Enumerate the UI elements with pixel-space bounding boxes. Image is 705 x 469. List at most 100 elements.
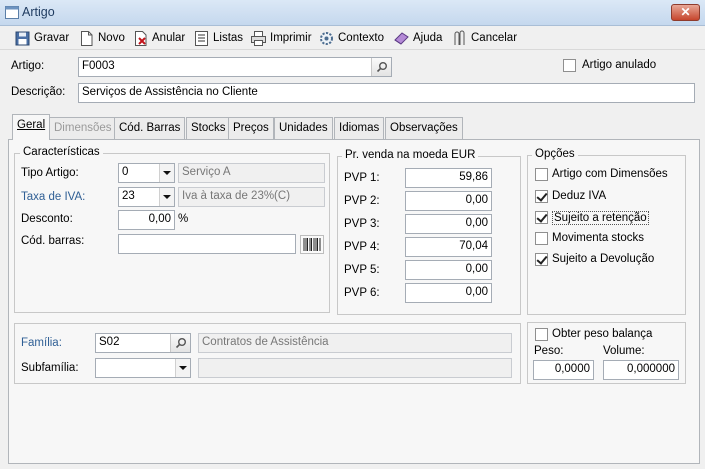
familia-value: S02: [99, 336, 120, 348]
artigo-anulado-checkbox[interactable]: [563, 59, 576, 72]
cancel-label: Cancelar: [471, 32, 518, 44]
pvp-4-input[interactable]: 70,04: [405, 237, 492, 257]
search-icon: [376, 62, 387, 73]
caracteristicas-title: Características: [20, 146, 103, 158]
lists-button[interactable]: Listas: [191, 26, 245, 50]
familia-input[interactable]: S02: [95, 333, 191, 353]
descricao-input[interactable]: Serviços de Assistência no Cliente: [78, 83, 695, 103]
tab-label: Idiomas: [339, 122, 380, 134]
taxa-iva-label: Taxa de IVA:: [21, 191, 86, 203]
tab-observacoes[interactable]: Observações: [385, 117, 463, 139]
new-label: Novo: [98, 32, 125, 44]
title-bar: Artigo ✕: [0, 0, 705, 26]
tipo-artigo-label: Tipo Artigo:: [21, 167, 79, 179]
pvp-3-label: PVP 3:: [344, 218, 380, 230]
save-label: Gravar: [34, 32, 70, 44]
cancel-button[interactable]: Cancelar: [449, 26, 519, 50]
tab-label: Geral: [17, 119, 46, 131]
taxa-iva-value: 23: [122, 190, 135, 202]
help-book-icon: [394, 31, 409, 45]
new-document-icon: [81, 30, 93, 46]
artigo-value: F0003: [82, 60, 115, 72]
familia-description: Contratos de Assistência: [198, 333, 512, 353]
artigo-label: Artigo:: [11, 60, 45, 72]
help-label: Ajuda: [413, 32, 443, 44]
void-label: Anular: [152, 32, 186, 44]
sujeito-retencao-label: Sujeito a retenção: [552, 211, 649, 225]
tab-cod-barras[interactable]: Cód. Barras: [114, 117, 186, 139]
deduz-iva-checkbox[interactable]: [535, 190, 548, 203]
pvp-6-input[interactable]: 0,00: [405, 283, 492, 303]
cod-barras-input[interactable]: [118, 234, 296, 254]
toolbar: Gravar Novo Anular Listas Imprimir Conte…: [0, 26, 705, 50]
pvp-4-label: PVP 4:: [344, 241, 380, 253]
print-label: Imprimir: [270, 32, 312, 44]
tab-stocks[interactable]: Stocks: [186, 117, 231, 139]
print-button[interactable]: Imprimir: [248, 26, 314, 50]
pvp-2-input[interactable]: 0,00: [405, 191, 492, 211]
subfamilia-description: [198, 358, 512, 378]
familia-search-button[interactable]: [170, 334, 190, 352]
window-title: Artigo: [22, 5, 55, 19]
peso-label: Peso:: [534, 345, 564, 357]
pvp-1-label: PVP 1:: [344, 172, 380, 184]
sujeito-retencao-checkbox[interactable]: [535, 211, 548, 224]
chevron-down-icon[interactable]: [159, 164, 174, 182]
tab-label: Preços: [233, 122, 269, 134]
tab-label: Dimensões: [54, 122, 112, 134]
tab-precos[interactable]: Preços: [228, 117, 274, 139]
taxa-iva-description: Iva à taxa de 23%(C): [178, 187, 325, 207]
tipo-artigo-description: Serviço A: [178, 163, 325, 183]
help-button[interactable]: Ajuda: [391, 26, 444, 50]
sujeito-devolucao-checkbox[interactable]: [535, 253, 548, 266]
pvp-5-input[interactable]: 0,00: [405, 260, 492, 280]
pvp-5-label: PVP 5:: [344, 264, 380, 276]
gear-icon: [320, 31, 333, 45]
barcode-icon[interactable]: [300, 235, 324, 254]
subfamilia-select[interactable]: [95, 358, 191, 378]
cod-barras-label: Cód. barras:: [21, 235, 85, 247]
chevron-down-icon[interactable]: [175, 359, 190, 377]
printer-icon: [251, 30, 266, 46]
chevron-down-icon[interactable]: [159, 188, 174, 206]
desconto-input[interactable]: 0,00: [118, 210, 175, 230]
cancel-icon: [454, 30, 465, 45]
desconto-label: Desconto:: [21, 213, 73, 225]
pvp-1-input[interactable]: 59,86: [405, 168, 492, 188]
subfamilia-label: Subfamília:: [21, 362, 79, 374]
context-button[interactable]: Contexto: [316, 26, 386, 50]
tab-label: Stocks: [191, 122, 226, 134]
movimenta-stocks-label: Movimenta stocks: [552, 232, 645, 244]
void-button[interactable]: Anular: [130, 26, 187, 50]
sujeito-devolucao-label: Sujeito a Devolução: [552, 253, 655, 265]
taxa-iva-select[interactable]: 23: [118, 187, 175, 207]
close-button[interactable]: ✕: [671, 4, 700, 21]
tab-geral[interactable]: Geral: [12, 114, 51, 140]
artigo-input[interactable]: F0003: [78, 57, 392, 77]
tab-unidades[interactable]: Unidades: [274, 117, 333, 139]
pvp-3-input[interactable]: 0,00: [405, 214, 492, 234]
descricao-label: Descrição:: [11, 86, 66, 98]
lists-label: Listas: [213, 32, 244, 44]
new-button[interactable]: Novo: [76, 26, 127, 50]
artigo-search-button[interactable]: [371, 58, 391, 76]
volume-label: Volume:: [603, 345, 645, 357]
peso-input[interactable]: 0,0000: [533, 360, 594, 380]
tipo-artigo-select[interactable]: 0: [118, 163, 175, 183]
artigo-com-dimensoes-checkbox[interactable]: [535, 168, 548, 181]
tipo-artigo-value: 0: [122, 166, 129, 178]
app-window-icon: [5, 6, 19, 19]
tab-idiomas[interactable]: Idiomas: [334, 117, 385, 139]
volume-input[interactable]: 0,000000: [603, 360, 679, 380]
deduz-iva-label: Deduz IVA: [552, 190, 607, 202]
obter-peso-balanca-label: Obter peso balança: [552, 328, 653, 340]
movimenta-stocks-checkbox[interactable]: [535, 232, 548, 245]
tab-label: Cód. Barras: [119, 122, 181, 134]
cancel-document-icon: [135, 30, 147, 46]
tab-dimensoes[interactable]: Dimensões: [49, 117, 117, 139]
obter-peso-balanca-checkbox[interactable]: [535, 328, 548, 341]
opcoes-title: Opções: [532, 148, 578, 160]
list-icon: [195, 30, 208, 46]
familia-label: Família:: [21, 337, 62, 349]
save-button[interactable]: Gravar: [12, 26, 71, 50]
